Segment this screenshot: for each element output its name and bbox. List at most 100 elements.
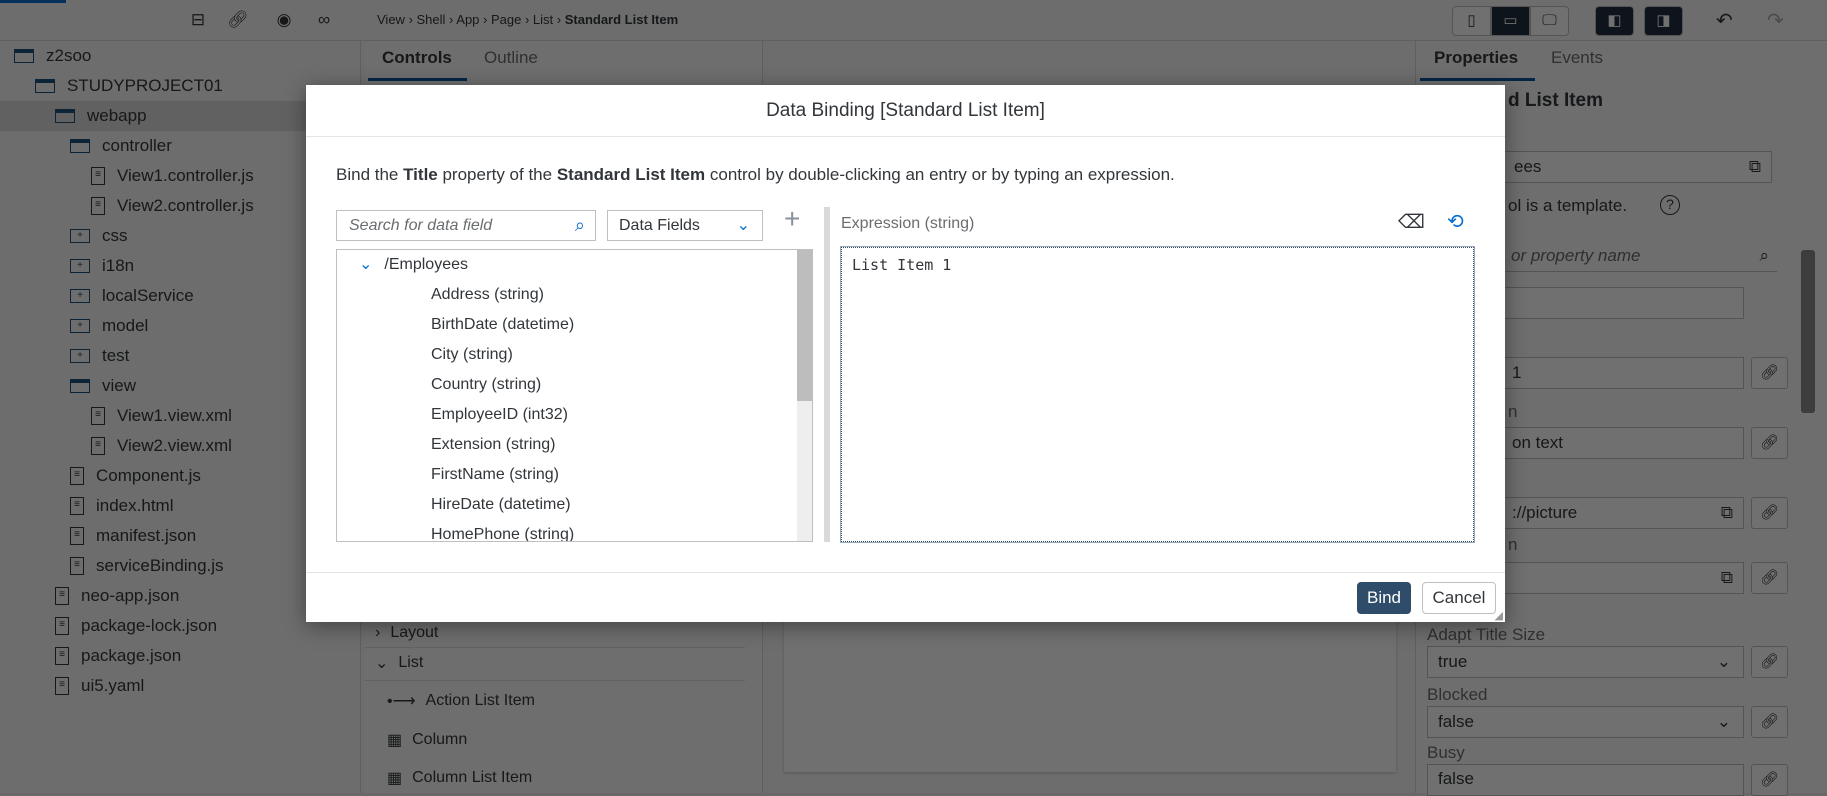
undo-icon[interactable]: ↶: [1716, 8, 1733, 33]
group-layout[interactable]: › Layout: [375, 624, 438, 642]
breadcrumb-separator: ›: [553, 12, 565, 27]
refresh-icon[interactable]: ⟲: [1447, 209, 1464, 234]
expression-textarea[interactable]: List Item 1: [840, 246, 1475, 543]
folder-open-icon: [70, 139, 90, 153]
link-icon[interactable]: 🔗︎: [226, 10, 250, 30]
folder-closed-icon: +: [70, 259, 90, 273]
folder-closed-icon: +: [70, 229, 90, 243]
bind-link-icon[interactable]: 🔗︎: [1751, 357, 1788, 389]
add-icon[interactable]: +: [784, 203, 800, 235]
file-icon: ≡: [70, 557, 84, 575]
blocked-select[interactable]: false ⌄: [1427, 706, 1744, 738]
desktop-view-button[interactable]: 🖵︎: [1530, 6, 1569, 36]
splitter-handle[interactable]: [824, 207, 830, 542]
tree-scrollbar-track[interactable]: [797, 250, 812, 541]
tree-item-label: i18n: [102, 256, 135, 275]
tree-item-label: localService: [102, 286, 194, 305]
tree-item-label: view: [102, 376, 137, 395]
properties-title: d List Item: [1508, 90, 1604, 111]
data-field-item[interactable]: HireDate (datetime): [431, 490, 571, 520]
tree-item-label: manifest.json: [96, 526, 197, 545]
bind-button[interactable]: Bind: [1357, 582, 1411, 614]
tree-item-label: View2.view.xml: [117, 436, 232, 455]
tree-item-label: model: [102, 316, 149, 335]
help-icon[interactable]: ?: [1660, 195, 1680, 215]
breadcrumb-item[interactable]: List: [533, 12, 553, 27]
tree-item-label: Component.js: [96, 466, 201, 485]
adapt-title-size-select[interactable]: true ⌄: [1427, 646, 1744, 678]
arrow-icon: •⟶: [387, 693, 416, 710]
bind-link-icon[interactable]: 🔗︎: [1751, 646, 1788, 678]
data-field-item[interactable]: BirthDate (datetime): [431, 310, 574, 340]
collapse-all-icon[interactable]: ⊟: [186, 10, 210, 30]
folder-open-icon: [55, 109, 75, 123]
expression-label: Expression (string): [841, 215, 975, 232]
file-icon: ≡: [91, 437, 105, 455]
eraser-icon[interactable]: ⌫: [1398, 211, 1425, 234]
value-help-icon[interactable]: ⧉: [1721, 563, 1733, 593]
file-icon: ≡: [55, 587, 69, 605]
resize-handle-icon[interactable]: ◢: [1495, 609, 1503, 622]
tab-outline[interactable]: Outline: [484, 48, 538, 68]
breadcrumb-item[interactable]: View: [377, 12, 405, 27]
breadcrumb-item[interactable]: Page: [491, 12, 521, 27]
binoculars-icon[interactable]: ∞: [312, 10, 336, 30]
tree-item[interactable]: z2soo: [0, 41, 361, 71]
file-icon: ≡: [91, 407, 105, 425]
tree-item-label: View1.view.xml: [117, 406, 232, 425]
busy-select[interactable]: false: [1427, 764, 1744, 796]
bind-link-icon[interactable]: 🔗︎: [1751, 764, 1788, 796]
busy-label: Busy: [1427, 743, 1465, 762]
data-field-search-input[interactable]: Search for data field ⌕: [336, 210, 596, 241]
eye-icon[interactable]: ◉: [272, 10, 296, 30]
toggle-left-panel-button[interactable]: ◧: [1595, 6, 1634, 36]
tab-properties[interactable]: Properties: [1434, 48, 1518, 68]
data-field-item[interactable]: Address (string): [431, 280, 544, 310]
tree-item[interactable]: ≡ package.json: [0, 641, 361, 671]
chevron-down-icon: ⌄: [359, 256, 373, 273]
control-column[interactable]: ▦ Column: [387, 730, 467, 750]
data-fields-select[interactable]: Data Fields ⌄: [607, 210, 763, 241]
tree-scrollbar-thumb[interactable]: [797, 250, 812, 401]
bind-link-icon[interactable]: 🔗︎: [1751, 706, 1788, 738]
chevron-down-icon: ⌄: [1716, 652, 1731, 671]
folder-open-icon: [70, 379, 90, 393]
toggle-right-panel-button[interactable]: ◨: [1644, 6, 1683, 36]
tree-item-label: css: [102, 226, 128, 245]
cancel-button[interactable]: Cancel: [1422, 582, 1496, 614]
bind-link-icon[interactable]: 🔗︎: [1751, 562, 1788, 594]
tree-item-label: test: [102, 346, 130, 365]
properties-scrollbar[interactable]: [1801, 250, 1815, 413]
file-icon: ≡: [55, 677, 69, 695]
file-icon: ≡: [70, 497, 84, 515]
data-field-item[interactable]: FirstName (string): [431, 460, 559, 490]
group-list[interactable]: ⌄ List: [375, 653, 423, 673]
tab-controls[interactable]: Controls: [382, 48, 452, 68]
data-field-item[interactable]: HomePhone (string): [431, 520, 574, 541]
search-icon[interactable]: ⌕: [575, 211, 585, 240]
breadcrumb-item[interactable]: Shell: [417, 12, 446, 27]
value-help-icon[interactable]: ⧉: [1721, 498, 1733, 528]
property-label: n: [1508, 535, 1518, 554]
bind-link-icon[interactable]: 🔗︎: [1751, 497, 1788, 529]
tree-item[interactable]: ≡ ui5.yaml: [0, 671, 361, 701]
tab-events[interactable]: Events: [1551, 48, 1603, 68]
data-field-item[interactable]: EmployeeID (int32): [431, 400, 568, 430]
value-help-icon[interactable]: ⧉: [1749, 152, 1761, 182]
breadcrumb-item[interactable]: App: [456, 12, 479, 27]
tablet-view-button[interactable]: ▭: [1491, 6, 1530, 36]
bind-link-icon[interactable]: 🔗︎: [1751, 427, 1788, 459]
data-binding-dialog: Data Binding [Standard List Item] Bind t…: [306, 85, 1505, 622]
control-column-list-item[interactable]: ▦ Column List Item: [387, 768, 532, 788]
redo-icon[interactable]: ↷: [1767, 8, 1784, 33]
phone-view-button[interactable]: ▯: [1452, 6, 1491, 36]
data-field-item[interactable]: City (string): [431, 340, 513, 370]
tree-item-label: controller: [102, 136, 172, 155]
canvas-preview[interactable]: [784, 600, 1396, 772]
data-field-item[interactable]: Extension (string): [431, 430, 556, 460]
tree-root-employees[interactable]: ⌄/Employees: [359, 250, 468, 280]
data-field-tree: ⌄/Employees Address (string) BirthDate (da…: [336, 249, 813, 542]
data-field-item[interactable]: Country (string): [431, 370, 541, 400]
control-action-list-item[interactable]: •⟶ Action List Item: [387, 691, 535, 711]
tree-item-label: STUDYPROJECT01: [67, 76, 223, 95]
